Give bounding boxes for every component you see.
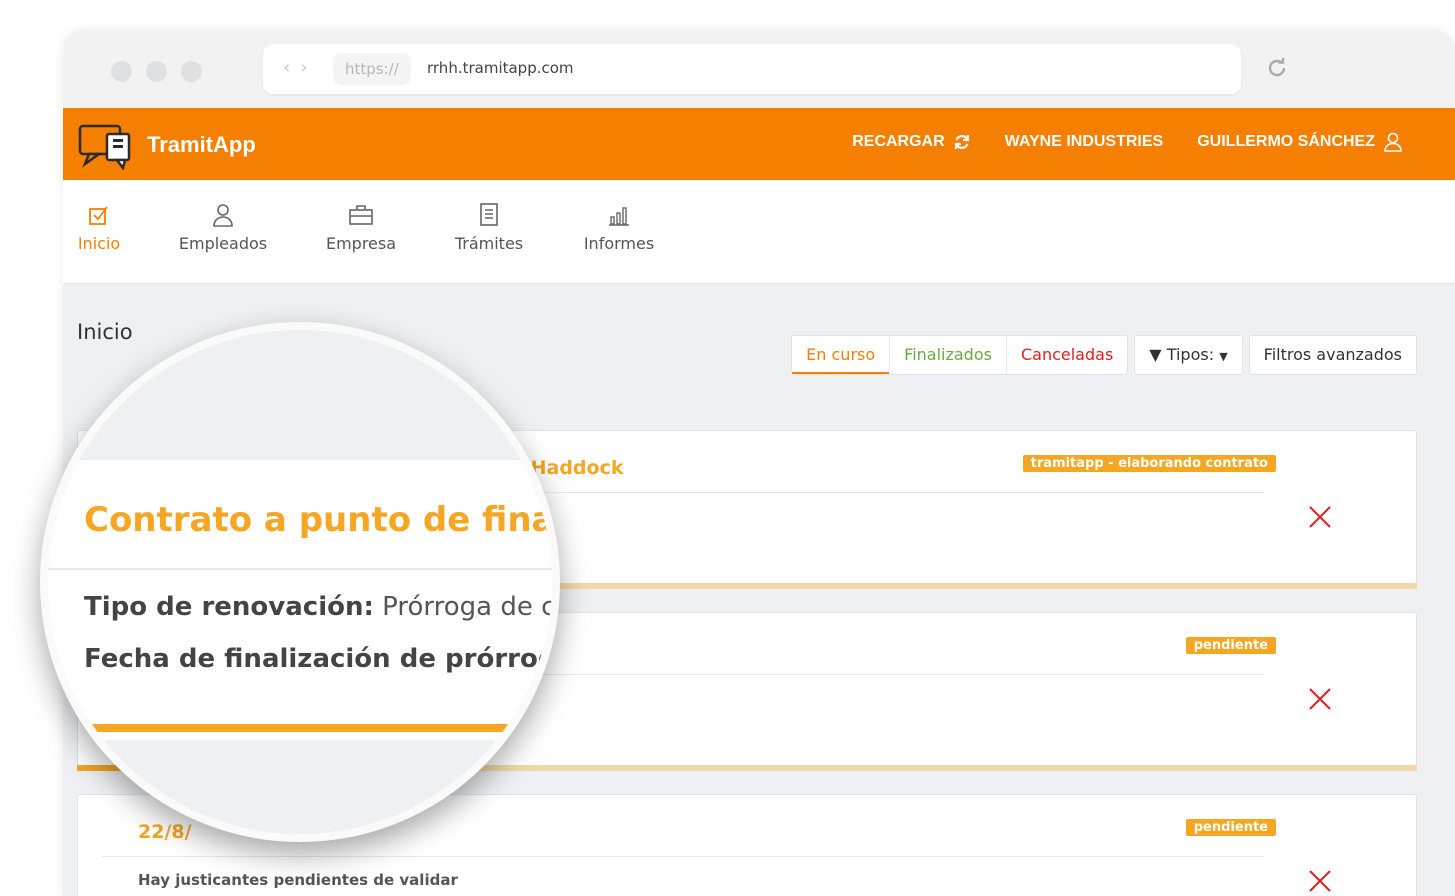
caret-down-icon: ▼	[1219, 350, 1228, 363]
refresh-icon	[954, 135, 969, 149]
nav-label-empleados: Empleados	[178, 234, 268, 253]
magnified-divider	[48, 458, 552, 460]
window-close-dot[interactable]	[111, 61, 132, 82]
window-maximize-dot[interactable]	[181, 61, 202, 82]
renewal-type-label: Tipo de renovación:	[84, 592, 374, 622]
advanced-filters-button[interactable]: Filtros avanzados	[1248, 335, 1417, 375]
nav-label-informes: Informes	[583, 234, 655, 253]
close-icon[interactable]	[1306, 867, 1334, 895]
filter-funnel-icon: ▼	[1149, 345, 1162, 364]
nav-label-empresa: Empresa	[325, 234, 397, 253]
nav-label-inicio: Inicio	[77, 234, 121, 253]
bar-chart-icon	[609, 207, 629, 226]
window-minimize-dot[interactable]	[146, 61, 167, 82]
filter-finalizados[interactable]: Finalizados	[890, 336, 1007, 374]
url-protocol: https://	[333, 53, 411, 85]
company-link[interactable]: WAYNE INDUSTRIES	[1005, 132, 1164, 152]
nav-label-tramites: Trámites	[454, 234, 524, 253]
magnified-background-bottom	[48, 740, 552, 834]
magnified-background	[48, 330, 552, 458]
types-dropdown[interactable]: ▼ Tipos: ▼	[1134, 335, 1243, 375]
close-icon[interactable]	[1306, 503, 1334, 531]
nav-item-inicio[interactable]: Inicio	[77, 202, 121, 253]
main-navigation: Inicio Empleados Empresa Trámites Inform…	[63, 180, 1455, 284]
user-menu[interactable]: GUILLERMO SÁNCHEZ	[1197, 132, 1403, 152]
nav-item-empleados[interactable]: Empleados	[175, 202, 271, 253]
brand-name: TramitApp	[147, 132, 256, 157]
magnified-separator	[48, 568, 552, 570]
status-badge: pendiente	[1185, 637, 1276, 654]
magnifier-lens: Contrato a punto de finalizar Tipo de re…	[40, 322, 560, 842]
types-label: Tipos:	[1166, 345, 1215, 364]
app-header: TramitApp RECARGAR WAYNE INDUSTRIES GUIL…	[63, 108, 1455, 180]
end-date-label: Fecha de finalización de prórroga:	[84, 644, 560, 674]
nav-item-informes[interactable]: Informes	[581, 202, 657, 253]
reload-link[interactable]: RECARGAR	[852, 132, 970, 152]
chat-bubbles-icon	[78, 124, 131, 171]
renewal-type-value: Prórroga de con	[382, 592, 556, 622]
reload-link-label: RECARGAR	[852, 133, 945, 150]
magnified-renewal-row: Tipo de renovación: Prórroga de con	[84, 592, 556, 622]
card-description: Hay justicantes pendientes de validar	[138, 871, 458, 889]
user-icon	[213, 204, 233, 227]
url-domain: rrhh.tramitapp.com	[427, 59, 574, 77]
magnified-title: Contrato a punto de finalizar	[84, 500, 555, 540]
user-name: GUILLERMO SÁNCHEZ	[1197, 133, 1375, 150]
status-filter-group: En curso Finalizados Canceladas	[791, 335, 1129, 375]
user-icon	[1384, 132, 1402, 152]
document-icon	[480, 203, 498, 226]
close-icon[interactable]	[1306, 685, 1334, 713]
magnified-progress-bar	[84, 724, 552, 732]
status-badge: pendiente	[1185, 819, 1276, 836]
browser-chrome: ‹› https:// rrhh.tramitapp.com	[63, 30, 1455, 108]
nav-item-empresa[interactable]: Empresa	[323, 202, 399, 253]
filter-canceladas[interactable]: Canceladas	[1007, 336, 1127, 374]
checkbox-icon	[89, 206, 108, 225]
briefcase-icon	[349, 205, 373, 225]
status-badge: tramitapp - elaborando contrato	[1022, 455, 1276, 472]
reload-icon[interactable]	[1265, 56, 1289, 80]
filter-en-curso[interactable]: En curso	[792, 336, 891, 374]
tramitapp-logo[interactable]: TramitApp	[77, 118, 257, 171]
company-name: WAYNE INDUSTRIES	[1004, 133, 1164, 150]
nav-item-tramites[interactable]: Trámites	[453, 202, 525, 253]
address-bar[interactable]: ‹› https:// rrhh.tramitapp.com	[263, 44, 1241, 94]
back-forward-icon[interactable]: ‹›	[283, 57, 317, 78]
magnified-end-date-row: Fecha de finalización de prórroga:	[84, 644, 560, 674]
filter-bar: En curso Finalizados Canceladas ▼ Tipos:…	[791, 335, 1417, 375]
